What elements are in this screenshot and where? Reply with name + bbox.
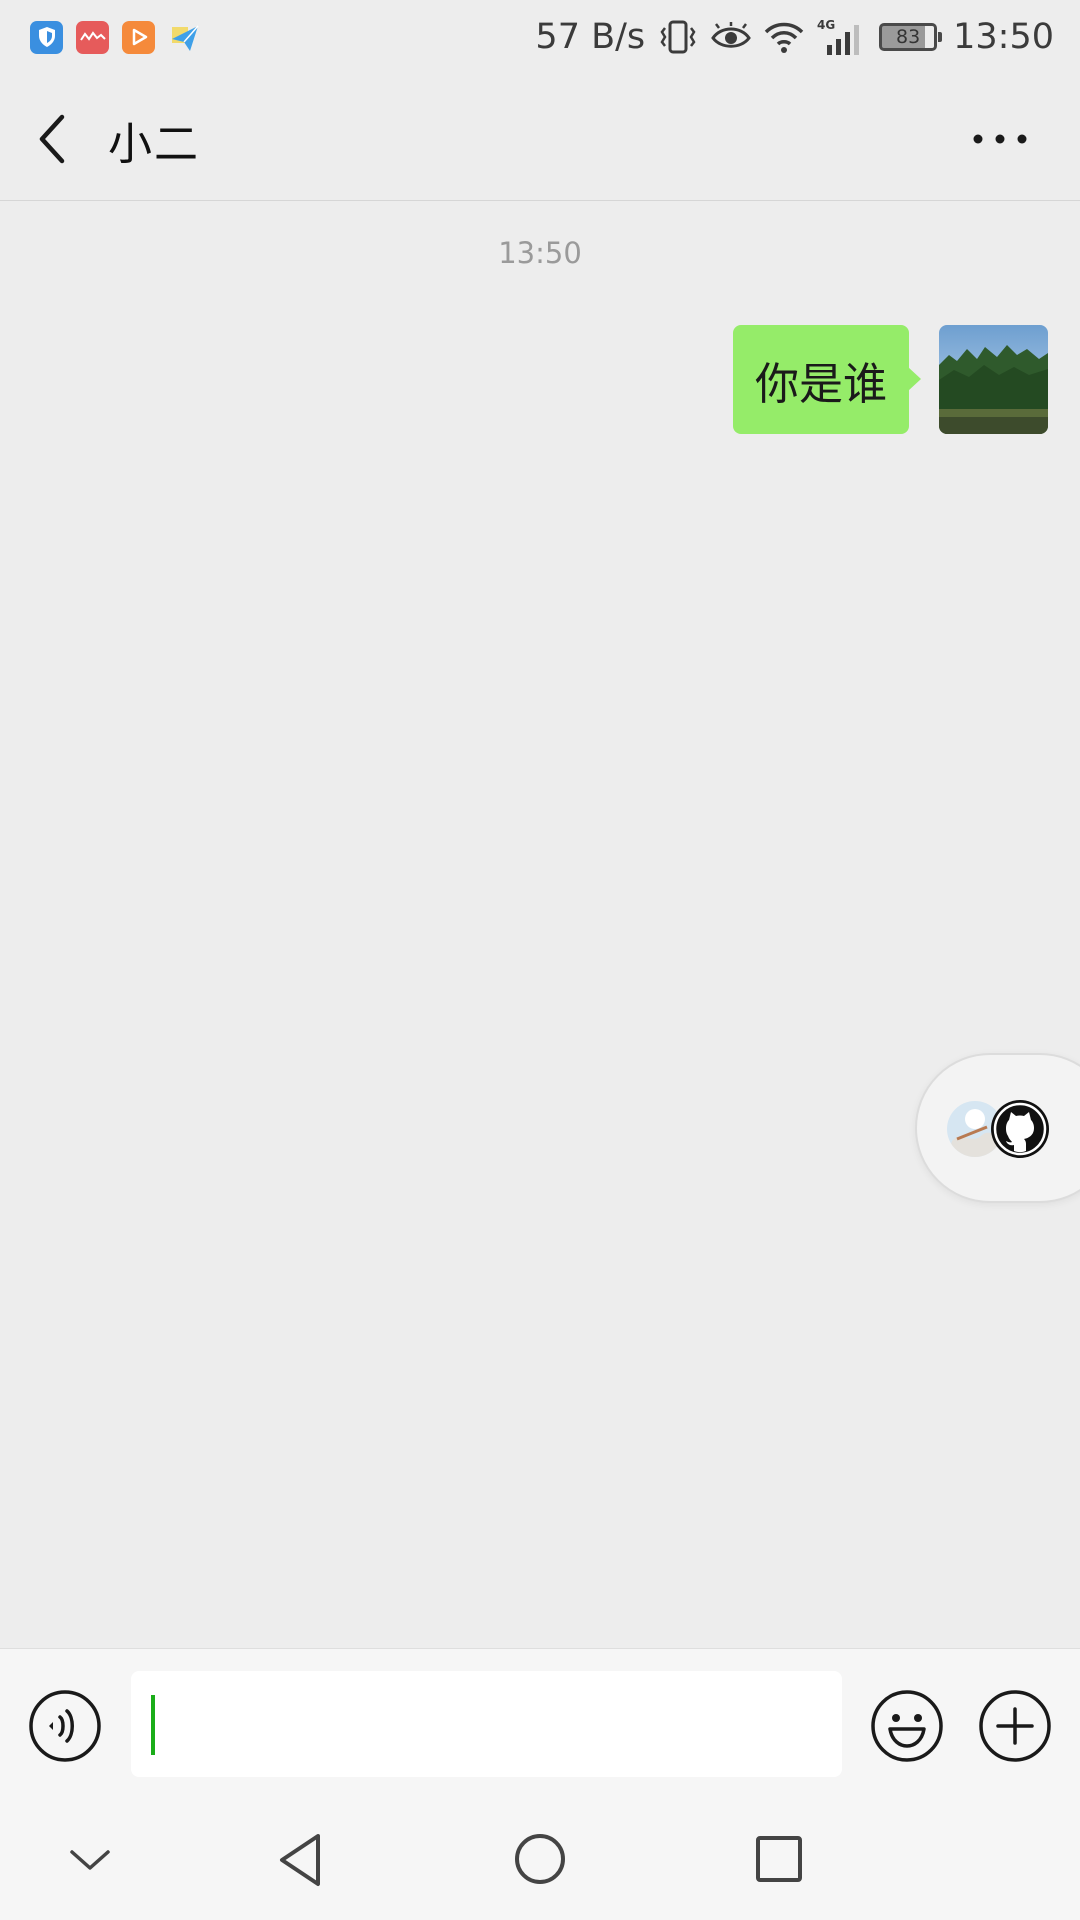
eye-icon [711,22,751,48]
avatar-image [939,325,1048,434]
message-bubble[interactable]: 你是谁 [733,325,921,434]
chat-input-bar [0,1648,1080,1800]
message-input[interactable] [131,1671,842,1777]
home-circle-icon[interactable] [513,1832,567,1886]
vibrate-icon [660,20,696,54]
floating-window-bubble[interactable] [915,1053,1080,1203]
status-indicators: 57 B/s 4G 83 13:50 [535,17,1054,57]
github-icon [991,1100,1049,1158]
more-icon[interactable] [970,127,1030,151]
chat-header: 小二 [0,74,1080,201]
chevron-left-icon[interactable] [30,109,80,169]
system-nav-bar [0,1800,1080,1920]
status-time: 13:50 [953,17,1054,57]
message-row-sent: 你是谁 [733,325,1048,434]
message-text: 你是谁 [755,358,887,410]
status-bar: 57 B/s 4G 83 13:50 [0,0,1080,74]
message-timestamp: 13:50 [498,236,582,270]
recents-square-icon[interactable] [754,1834,804,1884]
battery-icon: 83 [879,23,943,51]
voice-icon[interactable] [28,1689,102,1763]
avatar[interactable] [939,325,1048,434]
chat-title: 小二 [108,119,200,170]
notification-icons [30,20,201,54]
back-triangle-icon[interactable] [274,1830,326,1890]
battery-level: 83 [896,26,921,48]
net-speed: 57 B/s [535,17,646,57]
plus-icon[interactable] [978,1689,1052,1763]
video-app-icon [122,20,155,54]
wifi-icon [764,22,804,53]
emoji-icon[interactable] [870,1689,944,1763]
red-app-icon [76,20,109,54]
text-cursor [151,1695,155,1755]
hide-keyboard-icon[interactable] [66,1838,114,1882]
network-type: 4G [817,18,835,32]
shield-app-icon [30,20,63,54]
paper-plane-app-icon [168,21,201,54]
signal-icon: 4G [817,18,860,55]
